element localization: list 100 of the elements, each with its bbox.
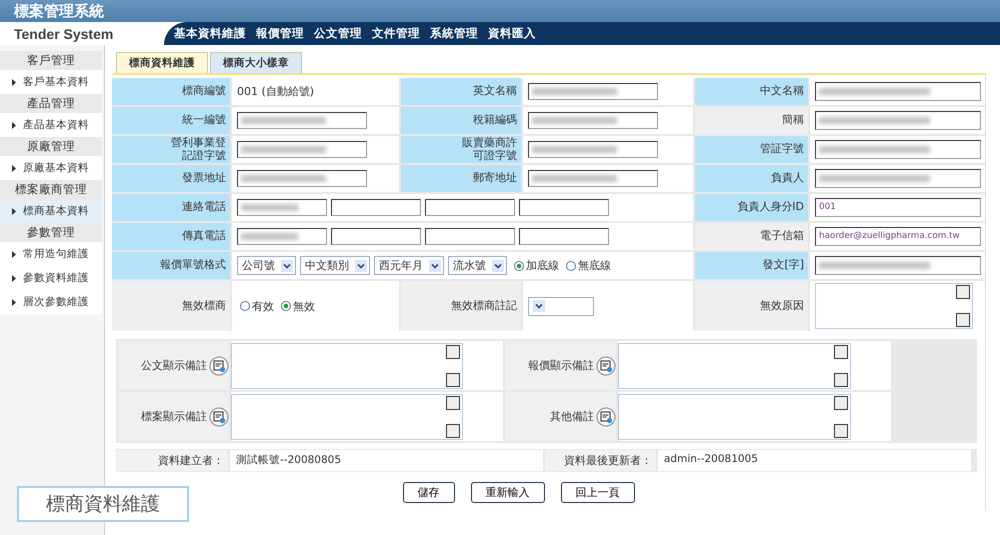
input-field[interactable] <box>815 111 981 130</box>
radio-label: 有效 <box>252 298 274 314</box>
input-field[interactable] <box>519 199 609 216</box>
field-label: 營利事業登記證字號 <box>112 136 230 163</box>
field-label: 管証字號 <box>695 136 808 163</box>
input-field[interactable] <box>425 199 515 216</box>
page-caption: 標商資料維護 <box>17 486 189 522</box>
input-field[interactable]: haorder@zuelligpharma.com.tw <box>815 227 981 246</box>
sidebar-item[interactable]: 標商基本資料 <box>0 199 102 223</box>
sidebar-header: 原廠管理 <box>0 137 102 156</box>
input-field[interactable] <box>528 170 658 187</box>
input-field[interactable] <box>237 199 327 216</box>
dropdown[interactable]: 西元年月 <box>374 256 444 275</box>
field-value: 測試帳號--20080805 <box>236 454 342 466</box>
triangle-icon <box>12 208 16 214</box>
menu-item[interactable]: 文件管理 <box>372 26 420 41</box>
tab[interactable]: 標商大小樣章 <box>210 52 302 73</box>
input-field[interactable] <box>519 228 609 245</box>
triangle-icon <box>12 78 16 86</box>
input-field[interactable] <box>815 169 981 188</box>
input-field[interactable] <box>237 228 327 245</box>
form-button[interactable]: 儲存 <box>402 482 454 503</box>
field-label: 負責人 <box>695 165 808 192</box>
radio-label: 無底線 <box>578 258 611 273</box>
field-label: 簡稱 <box>695 107 808 134</box>
field-label: 中文名稱 <box>695 78 808 105</box>
sidebar-item[interactable]: 客戶基本資料 <box>0 70 102 94</box>
input-field[interactable]: 001 <box>815 198 981 217</box>
input-field[interactable] <box>331 228 421 245</box>
app-title: 標案管理系統 <box>14 2 104 20</box>
field-label: 發票地址 <box>112 165 230 192</box>
menu-item[interactable]: 資料匯入 <box>488 26 536 41</box>
sidebar-header: 客戶管理 <box>0 51 102 70</box>
field-label: 統一編號 <box>112 107 230 134</box>
input-field[interactable] <box>528 141 658 158</box>
input-field[interactable] <box>237 141 367 158</box>
input-field[interactable] <box>237 112 367 129</box>
field-label: 標案顯示備註 <box>141 409 207 424</box>
caret-icon <box>429 260 441 272</box>
menu-item[interactable]: 基本資料維護 <box>174 26 246 41</box>
app-subtitle: Tender System <box>14 26 114 42</box>
form-button[interactable]: 重新輸入 <box>470 482 544 503</box>
menu-item[interactable]: 報價管理 <box>256 26 304 41</box>
input-field[interactable] <box>528 112 658 129</box>
input-field[interactable] <box>815 256 981 275</box>
field-value: admin--20081005 <box>664 453 758 465</box>
field-label: 傳真電話 <box>112 223 230 250</box>
field-label: 電子信箱 <box>695 223 808 250</box>
sidebar-item[interactable]: 參數資料維護 <box>0 266 102 290</box>
sidebar-item[interactable]: 層次參數維護 <box>0 290 102 314</box>
field-label: 發文[字] <box>695 252 808 279</box>
field-value: 001 (自動給號) <box>237 84 314 99</box>
input-field[interactable] <box>331 199 421 216</box>
field-label: 資料建立者： <box>158 454 224 467</box>
note-add-icon[interactable] <box>209 406 229 426</box>
caret-icon <box>533 300 545 312</box>
field-label: 標商編號 <box>112 78 230 105</box>
note-add-icon[interactable] <box>209 356 229 376</box>
sidebar-item[interactable]: 原廠基本資料 <box>0 156 102 180</box>
menu-item[interactable]: 系統管理 <box>430 26 478 41</box>
input-field[interactable] <box>815 82 981 101</box>
note-add-icon[interactable] <box>596 406 616 426</box>
field-label: 報價單號格式 <box>112 252 230 279</box>
dropdown[interactable]: 公司號 <box>237 256 296 275</box>
dropdown[interactable]: 流水號 <box>448 256 507 275</box>
input-field[interactable] <box>237 170 367 187</box>
radio-button[interactable] <box>281 301 291 311</box>
tab[interactable]: 標商資料維護 <box>116 52 208 73</box>
triangle-icon <box>12 122 16 128</box>
sidebar-header: 參數管理 <box>0 223 102 242</box>
input-field[interactable] <box>815 140 981 159</box>
radio-button[interactable] <box>514 260 524 270</box>
field-label: 報價顯示備註 <box>528 358 594 373</box>
caret-icon <box>281 260 293 272</box>
field-label: 資料最後更新者： <box>564 454 652 467</box>
note-add-icon[interactable] <box>596 356 616 376</box>
sidebar-item[interactable]: 常用造句維護 <box>0 242 102 266</box>
field-label: 負責人身分ID <box>695 194 808 221</box>
input-field[interactable] <box>528 83 658 100</box>
dropdown[interactable]: 中文類別 <box>300 256 370 275</box>
field-label: 連絡電話 <box>112 194 230 221</box>
field-label: 其他備註 <box>550 409 594 424</box>
triangle-icon <box>12 298 16 306</box>
caret-icon <box>492 260 504 272</box>
field-label: 稅籍編碼 <box>401 107 521 134</box>
field-label: 英文名稱 <box>401 78 521 105</box>
radio-button[interactable] <box>240 301 250 311</box>
field-label: 無效標商註記 <box>401 281 521 331</box>
radio-button[interactable] <box>566 260 576 270</box>
field-label: 無效標商 <box>112 281 230 331</box>
field-label: 公文顯示備註 <box>141 358 207 373</box>
menu-item[interactable]: 公文管理 <box>314 26 362 41</box>
form-button[interactable]: 回上一頁 <box>560 482 634 503</box>
field-label: 郵寄地址 <box>401 165 521 192</box>
radio-label: 無效 <box>293 298 315 314</box>
sidebar-item[interactable]: 產品基本資料 <box>0 113 102 137</box>
triangle-icon <box>12 274 16 282</box>
sidebar-header: 標案廠商管理 <box>0 180 102 199</box>
field-label: 無效原因 <box>695 281 808 331</box>
input-field[interactable] <box>425 228 515 245</box>
